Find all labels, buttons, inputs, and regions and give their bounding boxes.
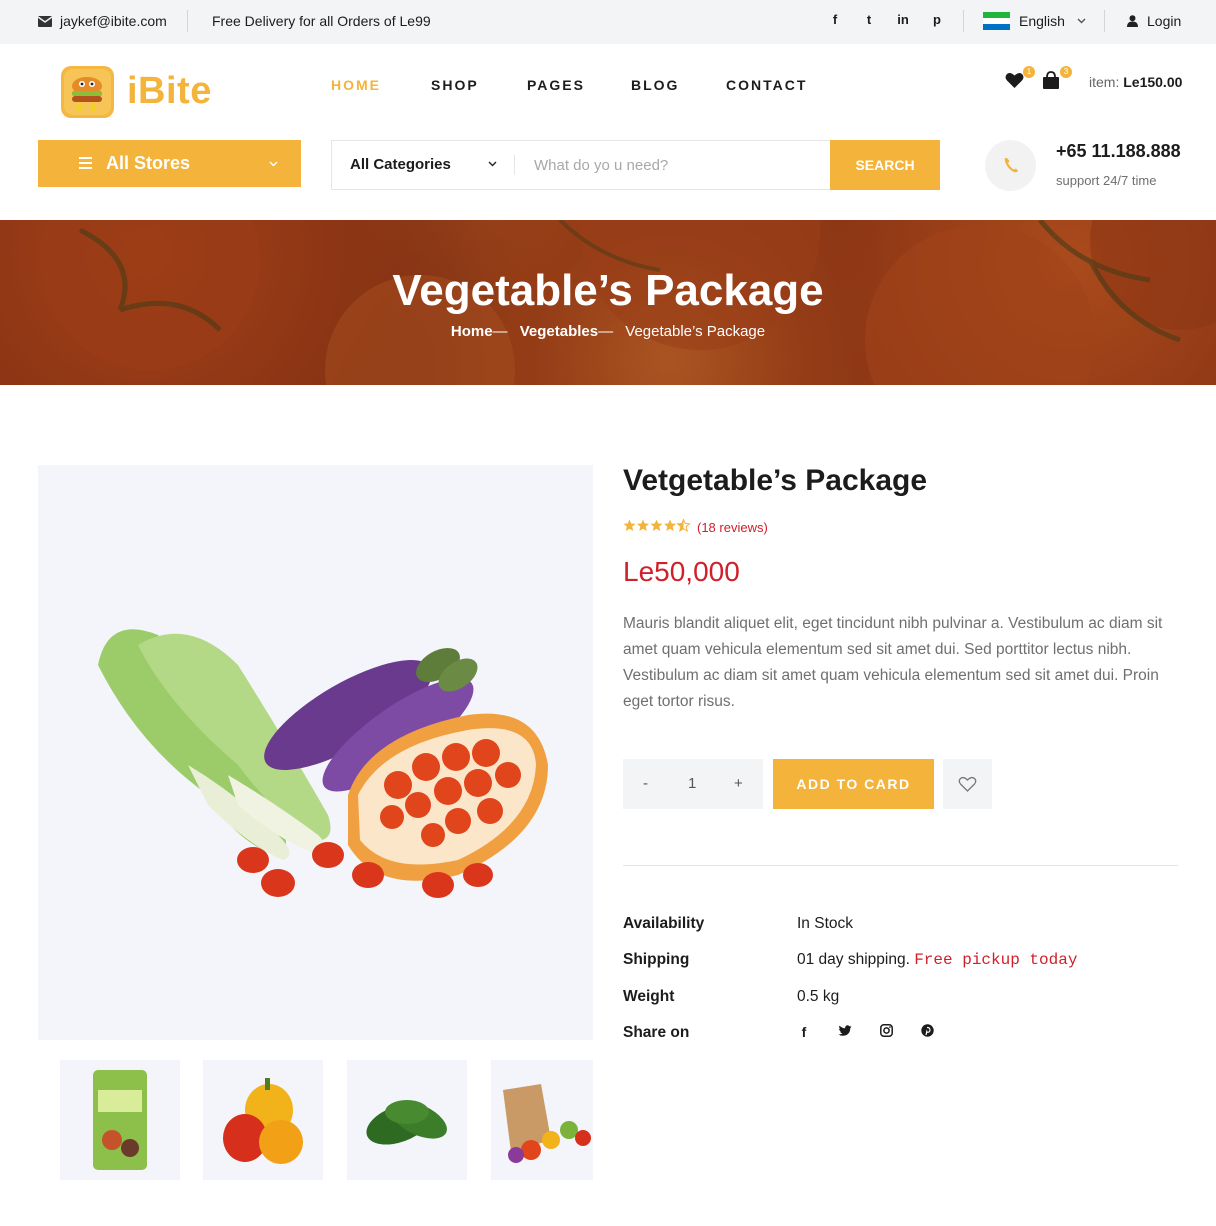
phone-icon [985,140,1036,191]
heart-outline-icon [958,776,977,792]
language-selector[interactable]: English [983,12,1086,30]
add-to-wishlist-button[interactable] [943,759,992,809]
chevron-down-icon [1077,18,1086,24]
quantity-decrease-button[interactable]: - [643,775,648,792]
nav-home[interactable]: HOME [331,77,381,93]
chevron-down-icon [269,161,278,167]
chevron-down-icon [488,161,497,167]
divider [187,10,188,32]
phone-number: +65 11.188.888 [1056,141,1181,161]
product-title: Vetgetable’s Package [623,464,928,497]
flag-icon [983,12,1010,30]
pinterest-icon[interactable] [920,1024,934,1040]
delivery-notice: Free Delivery for all Orders of Le99 [212,13,431,29]
wishlist-button[interactable]: 1 [1005,66,1035,94]
cart-button[interactable]: 3 [1042,66,1072,95]
add-to-cart-button[interactable]: ADD TO CARD [773,759,934,809]
weight-label: Weight [623,988,675,1005]
quantity-increase-button[interactable]: + [734,775,743,792]
product-thumbnail[interactable] [203,1060,323,1180]
top-bar: jaykef@ibite.com Free Delivery for all O… [0,0,1216,44]
cart-label: item: [1089,74,1120,90]
twitter-icon[interactable]: t [863,12,875,27]
pinterest-icon[interactable]: p [931,12,943,27]
cart-total-value: Le150.00 [1123,74,1183,90]
free-pickup-text: Free pickup today [914,951,1078,969]
product-thumbnail[interactable] [347,1060,467,1180]
nav-blog[interactable]: BLOG [631,77,679,93]
divider [514,155,515,175]
divider [963,10,964,32]
reviews-link[interactable]: (18 reviews) [697,520,768,535]
all-stores-dropdown[interactable]: All Stores [38,140,301,187]
breadcrumb-current: Vegetable’s Package [625,323,766,340]
category-select[interactable]: All Categories [350,156,451,173]
breadcrumb-home[interactable]: Home [451,323,493,340]
email-text: jaykef@ibite.com [60,13,167,29]
facebook-icon[interactable]: f [797,1024,811,1040]
support-hours: support 24/7 time [1056,173,1157,188]
search-button[interactable]: SEARCH [830,140,940,190]
breadcrumb-separator: — [492,323,508,340]
product-thumbnail[interactable] [60,1060,180,1180]
cart-count-badge: 3 [1060,66,1072,78]
search-input[interactable] [534,153,824,177]
breadcrumb: Home— Vegetables— Vegetable’s Package [0,323,1216,340]
quantity-input[interactable]: 1 [688,775,696,792]
rating-stars [623,518,693,535]
email-link[interactable]: jaykef@ibite.com [38,13,167,29]
shipping-label: Shipping [623,951,690,968]
menu-icon [79,157,92,169]
product-main-image[interactable] [38,465,593,1040]
product-price: Le50,000 [623,556,740,587]
social-links: f t in p [829,12,943,27]
quantity-stepper: - 1 + [623,759,763,809]
heart-icon [1005,73,1024,88]
login-link[interactable]: Login [1127,13,1181,29]
product-thumbnail[interactable] [491,1060,593,1180]
instagram-icon[interactable] [879,1024,893,1040]
share-label: Share on [623,1024,690,1041]
nav-contact[interactable]: CONTACT [726,77,807,93]
all-stores-label: All Stores [106,153,191,173]
breadcrumb-separator: — [598,323,614,340]
language-label: English [1019,13,1065,29]
cart-total[interactable]: item: Le150.00 [1089,74,1182,90]
logo-text[interactable]: iBite [127,70,212,113]
divider [1104,10,1105,32]
shipping-text: 01 day shipping. [797,951,910,968]
linkedin-icon[interactable]: in [897,12,909,27]
logo-icon[interactable] [61,66,114,118]
product-description: Mauris blandit aliquet elit, eget tincid… [623,615,1163,710]
user-icon [1127,15,1138,27]
login-label: Login [1147,13,1182,29]
twitter-icon[interactable] [838,1024,852,1040]
envelope-icon [38,15,52,27]
nav-pages[interactable]: PAGES [527,77,585,93]
availability-label: Availability [623,915,705,932]
facebook-icon[interactable]: f [829,12,841,27]
weight-value: 0.5 kg [797,988,840,1005]
shopping-bag-icon [1043,71,1059,89]
share-links: f [797,1024,934,1040]
nav-shop[interactable]: SHOP [431,77,479,93]
shipping-value: 01 day shipping. Free pickup today [797,951,1077,969]
availability-value: In Stock [797,915,853,932]
page-title: Vegetable’s Package [392,266,824,315]
wishlist-count-badge: 1 [1023,66,1035,78]
page-banner: Vegetable’s Package Home— Vegetables— Ve… [0,220,1216,385]
breadcrumb-vegetables[interactable]: Vegetables [520,323,598,340]
divider [623,865,1178,866]
